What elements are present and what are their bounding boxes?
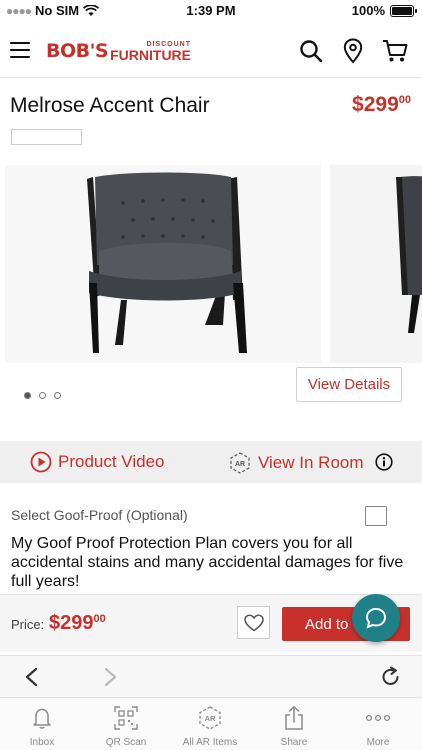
price-label: Price: (11, 617, 45, 632)
tab-qr-scan[interactable]: QR Scan (84, 704, 168, 748)
battery-group: 100% (351, 3, 417, 18)
ar-icon: AR (199, 706, 221, 730)
product-image[interactable] (5, 165, 321, 363)
tab-label: Inbox (29, 737, 55, 748)
tab-label: Share (280, 737, 308, 748)
product-price: $29900 (352, 93, 411, 117)
tab-label: More (366, 737, 390, 748)
browser-bar (0, 655, 422, 697)
pager-dot[interactable] (54, 392, 61, 399)
buy-price-cents: 00 (93, 613, 106, 625)
view-details-button[interactable]: View Details (296, 367, 402, 402)
goof-proof-checkbox[interactable] (365, 506, 387, 526)
chat-button[interactable] (352, 594, 400, 642)
ar-badge-text: AR (235, 461, 245, 468)
search-icon[interactable] (298, 38, 324, 64)
info-icon[interactable] (375, 453, 393, 476)
image-gallery[interactable] (0, 165, 422, 363)
buy-price-dollars: $299 (49, 612, 94, 634)
product-video-label: Product Video (58, 452, 165, 471)
view-in-room-label: View In Room (258, 453, 364, 472)
buy-price: $29900 (49, 612, 106, 635)
image-pager[interactable] (24, 392, 61, 399)
brand-logo[interactable]: BOB'S DISCOUNT FURNITURE (46, 40, 191, 62)
chat-bubble-icon (365, 607, 387, 629)
pager-dot[interactable] (24, 392, 31, 399)
tab-bar: Inbox QR Scan AR All AR Items Share More (0, 697, 422, 750)
pager-dot[interactable] (39, 392, 46, 399)
nav-icons (298, 38, 408, 64)
wishlist-button[interactable] (237, 606, 270, 639)
top-nav: BOB'S DISCOUNT FURNITURE (0, 26, 422, 78)
qr-icon (114, 706, 138, 730)
goof-proof-label: Select Goof-Proof (Optional) (11, 507, 188, 523)
rating-placeholder (11, 129, 82, 145)
menu-icon[interactable] (10, 42, 30, 58)
price-dollars: $299 (352, 93, 399, 116)
tab-all-ar-items[interactable]: AR All AR Items (168, 704, 252, 748)
back-icon[interactable] (22, 666, 42, 693)
media-actions-bar: Product Video AR View In Room (0, 441, 422, 483)
goof-proof-description: My Goof Proof Protection Plan covers you… (11, 535, 404, 590)
view-in-room-button[interactable]: AR View In Room (228, 451, 364, 475)
battery-percent: 100% (351, 3, 385, 18)
bell-icon (33, 708, 51, 729)
logo-main: BOB'S (46, 40, 109, 62)
tab-share[interactable]: Share (252, 704, 336, 748)
play-icon (30, 451, 52, 473)
forward-icon[interactable] (100, 666, 120, 693)
tab-label: QR Scan (105, 737, 147, 748)
battery-icon (390, 4, 417, 17)
status-bar: ●●●● No SIM 1:39 PM 100% (0, 0, 422, 22)
ar-icon: AR (230, 452, 250, 474)
logo-stack: DISCOUNT FURNITURE (110, 41, 191, 62)
logo-sub: FURNITURE (110, 47, 192, 63)
product-video-button[interactable]: Product Video (30, 451, 164, 473)
reload-icon[interactable] (380, 666, 402, 693)
location-icon[interactable] (340, 38, 366, 64)
next-product-image[interactable] (330, 165, 422, 363)
tab-label: All AR Items (182, 737, 238, 748)
more-icon (365, 714, 391, 722)
tab-more[interactable]: More (336, 704, 420, 748)
share-icon (285, 706, 303, 730)
price-cents: 00 (398, 94, 411, 106)
product-title: Melrose Accent Chair (10, 94, 210, 117)
tab-inbox[interactable]: Inbox (0, 704, 84, 748)
cart-icon[interactable] (382, 38, 408, 64)
ar-badge-text: AR (205, 714, 216, 723)
heart-icon (243, 613, 264, 631)
